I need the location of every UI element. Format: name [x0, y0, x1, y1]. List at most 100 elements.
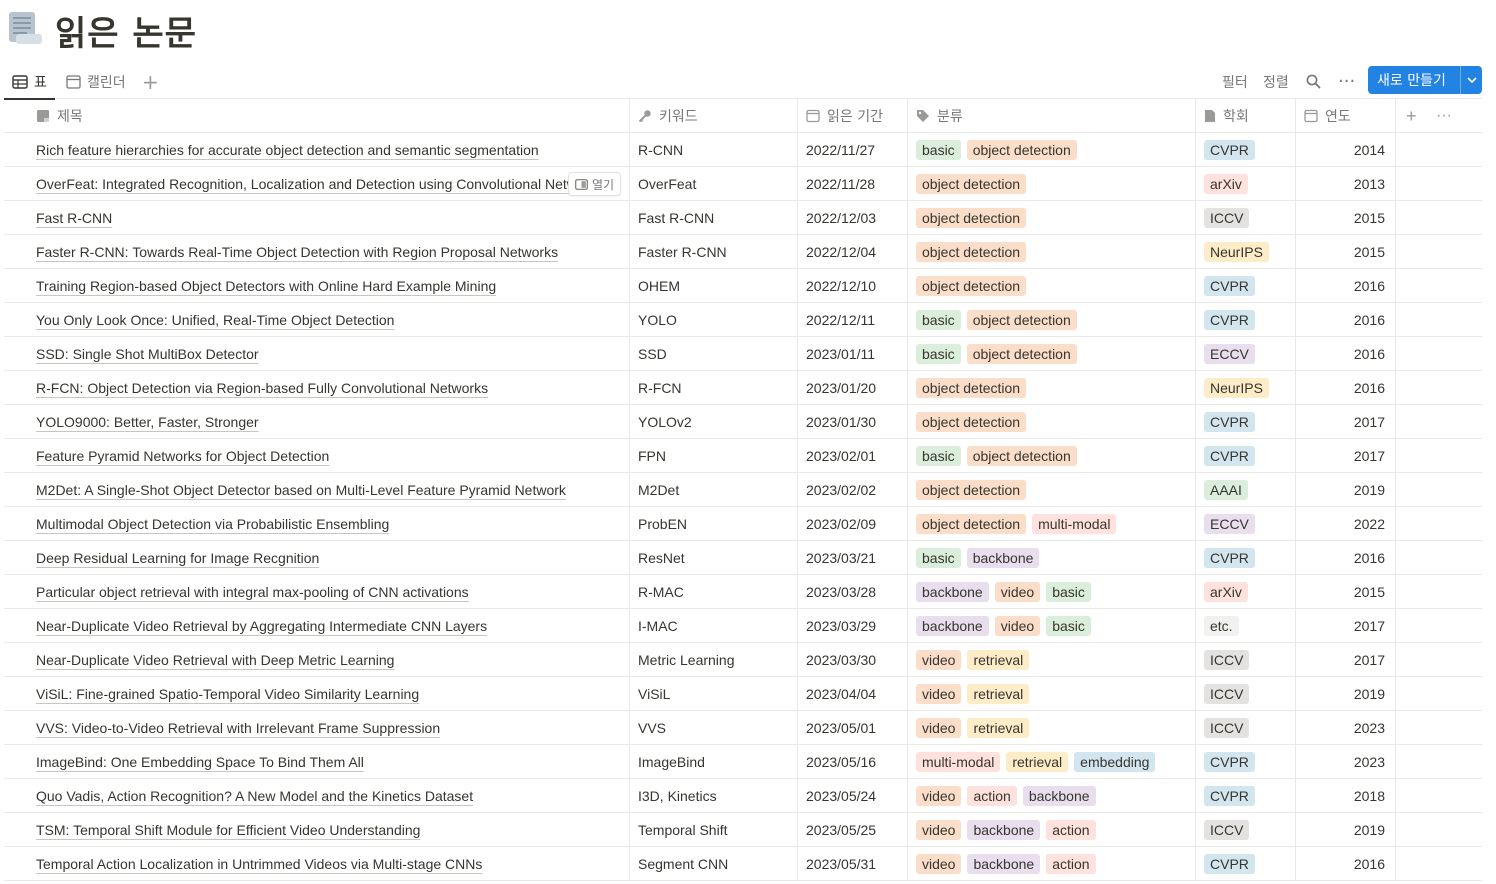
- table-row[interactable]: SSD: Single Shot MultiBox Detector SSD 202…: [4, 337, 1482, 371]
- date-cell[interactable]: 2022/12/04: [798, 235, 908, 269]
- paper-title-link[interactable]: Training Region-based Object Detectors w…: [36, 278, 496, 294]
- title-cell[interactable]: Deep Residual Learning for Image Recgnit…: [4, 541, 630, 575]
- table-row[interactable]: VVS: Video-to-Video Retrieval with Irrel…: [4, 711, 1482, 745]
- paper-title-link[interactable]: Faster R-CNN: Towards Real-Time Object D…: [36, 244, 558, 260]
- conference-cell[interactable]: CVPR: [1196, 133, 1296, 167]
- date-cell[interactable]: 2023/02/09: [798, 507, 908, 541]
- table-row[interactable]: Faster R-CNN: Towards Real-Time Object D…: [4, 235, 1482, 269]
- keyword-cell[interactable]: ResNet: [630, 541, 798, 575]
- conference-cell[interactable]: ECCV: [1196, 507, 1296, 541]
- table-row[interactable]: Deep Residual Learning for Image Recgnit…: [4, 541, 1482, 575]
- date-cell[interactable]: 2023/03/21: [798, 541, 908, 575]
- date-cell[interactable]: 2023/05/01: [798, 711, 908, 745]
- year-cell[interactable]: 2019: [1296, 677, 1396, 711]
- year-cell[interactable]: 2013: [1296, 167, 1396, 201]
- year-cell[interactable]: 2023: [1296, 711, 1396, 745]
- table-row[interactable]: Fast R-CNN Fast R-CNN 2022/12/03 object det…: [4, 201, 1482, 235]
- paper-title-link[interactable]: You Only Look Once: Unified, Real-Time O…: [36, 312, 394, 328]
- table-row[interactable]: Rich feature hierarchies for accurate ob…: [4, 133, 1482, 167]
- table-row[interactable]: R-FCN: Object Detection via Region-based…: [4, 371, 1482, 405]
- date-cell[interactable]: 2023/02/02: [798, 473, 908, 507]
- paper-title-link[interactable]: Fast R-CNN: [36, 210, 112, 226]
- keyword-cell[interactable]: ProbEN: [630, 507, 798, 541]
- year-cell[interactable]: 2016: [1296, 303, 1396, 337]
- keyword-cell[interactable]: ViSiL: [630, 677, 798, 711]
- sort-button[interactable]: 정렬: [1263, 64, 1289, 99]
- category-cell[interactable]: video backbone action: [908, 847, 1196, 881]
- open-page-button[interactable]: 열기: [568, 172, 622, 196]
- category-cell[interactable]: object detection: [908, 405, 1196, 439]
- conference-cell[interactable]: arXiv: [1196, 167, 1296, 201]
- table-row[interactable]: ViSiL: Fine-grained Spatio-Temporal Vide…: [4, 677, 1482, 711]
- paper-title-link[interactable]: Rich feature hierarchies for accurate ob…: [36, 142, 539, 158]
- table-row[interactable]: M2Det: A Single-Shot Object Detector bas…: [4, 473, 1482, 507]
- year-cell[interactable]: 2015: [1296, 575, 1396, 609]
- category-cell[interactable]: video retrieval: [908, 711, 1196, 745]
- tab-calendar-view[interactable]: 캘린더: [66, 64, 126, 99]
- conference-cell[interactable]: ICCV: [1196, 201, 1296, 235]
- new-button[interactable]: 새로 만들기: [1368, 66, 1482, 94]
- title-cell[interactable]: OverFeat: Integrated Recognition, Locali…: [4, 167, 630, 201]
- title-cell[interactable]: SSD: Single Shot MultiBox Detector: [4, 337, 630, 371]
- conference-cell[interactable]: arXiv: [1196, 575, 1296, 609]
- conference-cell[interactable]: CVPR: [1196, 541, 1296, 575]
- paper-title-link[interactable]: M2Det: A Single-Shot Object Detector bas…: [36, 482, 566, 498]
- keyword-cell[interactable]: Metric Learning: [630, 643, 798, 677]
- paper-title-link[interactable]: OverFeat: Integrated Recognition, Locali…: [36, 176, 603, 192]
- category-cell[interactable]: backbone video basic: [908, 575, 1196, 609]
- paper-title-link[interactable]: Near-Duplicate Video Retrieval with Deep…: [36, 652, 394, 668]
- paper-title-link[interactable]: Particular object retrieval with integra…: [36, 584, 469, 600]
- category-cell[interactable]: video backbone action: [908, 813, 1196, 847]
- date-cell[interactable]: 2023/05/16: [798, 745, 908, 779]
- conference-cell[interactable]: ICCV: [1196, 813, 1296, 847]
- conference-cell[interactable]: CVPR: [1196, 405, 1296, 439]
- year-cell[interactable]: 2019: [1296, 473, 1396, 507]
- date-cell[interactable]: 2023/03/28: [798, 575, 908, 609]
- conference-cell[interactable]: CVPR: [1196, 439, 1296, 473]
- title-cell[interactable]: Near-Duplicate Video Retrieval by Aggreg…: [4, 609, 630, 643]
- table-row[interactable]: ImageBind: One Embedding Space To Bind T…: [4, 745, 1482, 779]
- year-cell[interactable]: 2016: [1296, 371, 1396, 405]
- year-cell[interactable]: 2017: [1296, 609, 1396, 643]
- keyword-cell[interactable]: SSD: [630, 337, 798, 371]
- conference-cell[interactable]: ICCV: [1196, 677, 1296, 711]
- title-cell[interactable]: ViSiL: Fine-grained Spatio-Temporal Vide…: [4, 677, 630, 711]
- keyword-cell[interactable]: VVS: [630, 711, 798, 745]
- paper-title-link[interactable]: Feature Pyramid Networks for Object Dete…: [36, 448, 329, 464]
- date-cell[interactable]: 2023/02/01: [798, 439, 908, 473]
- conference-cell[interactable]: ECCV: [1196, 337, 1296, 371]
- keyword-cell[interactable]: Faster R-CNN: [630, 235, 798, 269]
- category-cell[interactable]: object detection multi-modal: [908, 507, 1196, 541]
- table-row[interactable]: You Only Look Once: Unified, Real-Time O…: [4, 303, 1482, 337]
- year-cell[interactable]: 2015: [1296, 201, 1396, 235]
- year-cell[interactable]: 2023: [1296, 745, 1396, 779]
- keyword-cell[interactable]: M2Det: [630, 473, 798, 507]
- title-cell[interactable]: R-FCN: Object Detection via Region-based…: [4, 371, 630, 405]
- column-header-date[interactable]: 읽은 기간: [798, 99, 908, 133]
- year-cell[interactable]: 2022: [1296, 507, 1396, 541]
- table-row[interactable]: Quo Vadis, Action Recognition? A New Mod…: [4, 779, 1482, 813]
- column-header-conference[interactable]: 학회: [1196, 99, 1296, 133]
- title-cell[interactable]: Rich feature hierarchies for accurate ob…: [4, 133, 630, 167]
- date-cell[interactable]: 2023/05/25: [798, 813, 908, 847]
- table-row[interactable]: TSM: Temporal Shift Module for Efficient…: [4, 813, 1482, 847]
- year-cell[interactable]: 2016: [1296, 269, 1396, 303]
- keyword-cell[interactable]: I-MAC: [630, 609, 798, 643]
- table-row[interactable]: OverFeat: Integrated Recognition, Locali…: [4, 167, 1482, 201]
- year-cell[interactable]: 2017: [1296, 643, 1396, 677]
- title-cell[interactable]: Near-Duplicate Video Retrieval with Deep…: [4, 643, 630, 677]
- table-row[interactable]: Temporal Action Localization in Untrimme…: [4, 847, 1482, 881]
- column-header-year[interactable]: 연도: [1296, 99, 1396, 133]
- title-cell[interactable]: VVS: Video-to-Video Retrieval with Irrel…: [4, 711, 630, 745]
- date-cell[interactable]: 2023/05/24: [798, 779, 908, 813]
- year-cell[interactable]: 2016: [1296, 337, 1396, 371]
- date-cell[interactable]: 2022/11/27: [798, 133, 908, 167]
- category-cell[interactable]: basic object detection: [908, 337, 1196, 371]
- year-cell[interactable]: 2015: [1296, 235, 1396, 269]
- table-row[interactable]: Multimodal Object Detection via Probabil…: [4, 507, 1482, 541]
- category-cell[interactable]: basic object detection: [908, 439, 1196, 473]
- title-cell[interactable]: Particular object retrieval with integra…: [4, 575, 630, 609]
- table-row[interactable]: Near-Duplicate Video Retrieval by Aggreg…: [4, 609, 1482, 643]
- year-cell[interactable]: 2017: [1296, 405, 1396, 439]
- chevron-down-icon[interactable]: [1461, 76, 1482, 84]
